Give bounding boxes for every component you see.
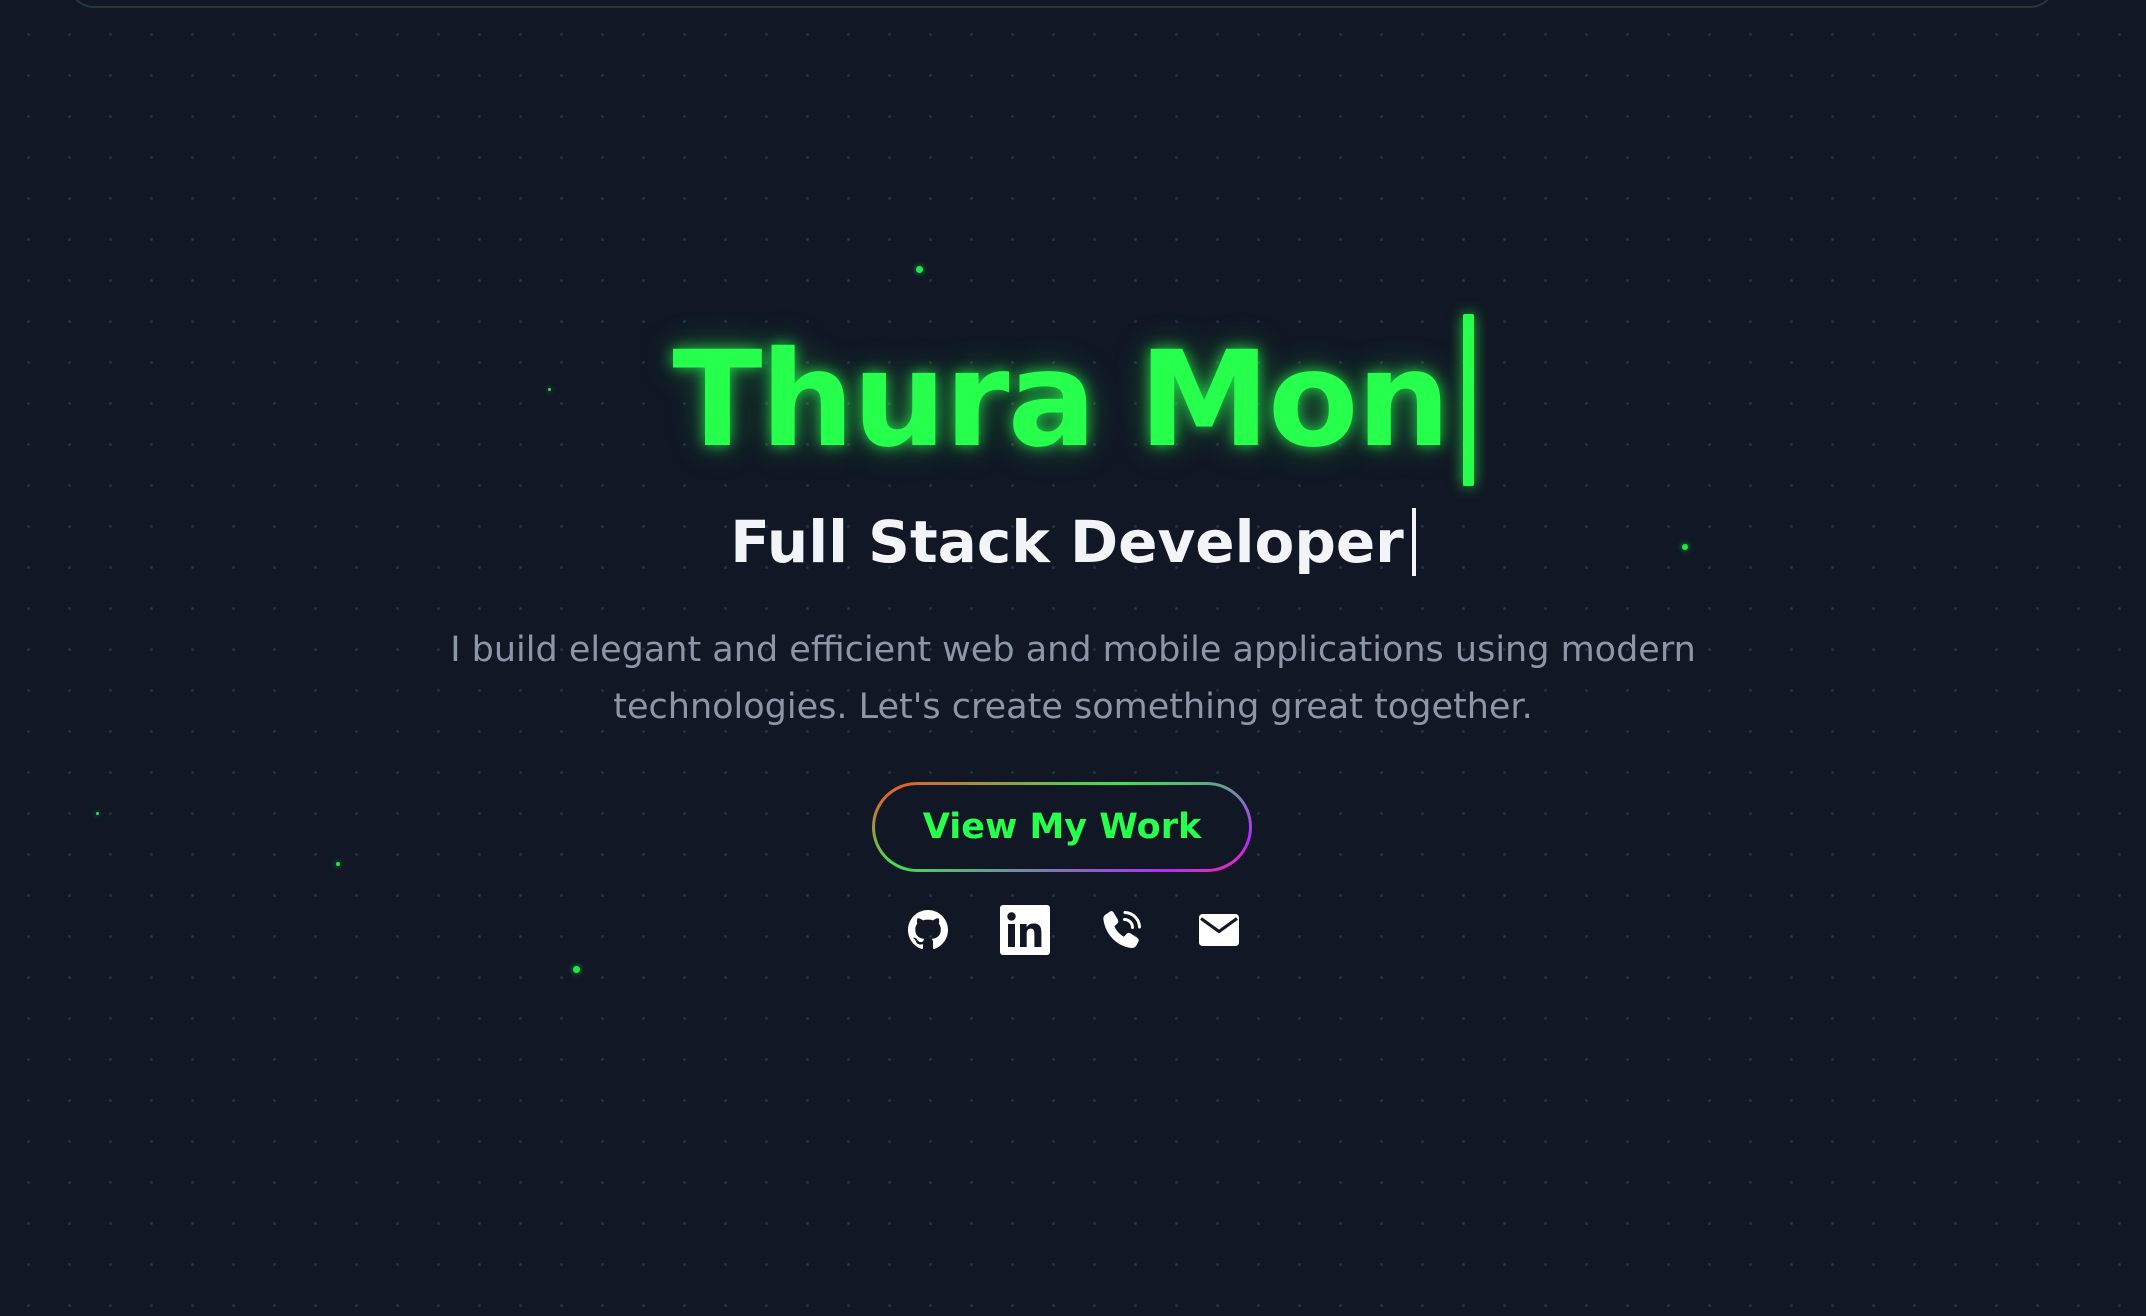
envelope-icon	[1198, 914, 1239, 946]
linkedin-icon	[999, 905, 1050, 955]
hero-name: Thura Mon	[672, 323, 1450, 477]
typing-cursor	[1411, 508, 1416, 576]
email-link[interactable]	[1193, 904, 1245, 956]
hero-name-row: Thura Mon	[0, 300, 2146, 500]
social-links	[0, 904, 2146, 956]
phone-link[interactable]	[1096, 904, 1148, 956]
hero-description: I build elegant and efficient web and mo…	[450, 630, 1696, 727]
phone-icon	[1102, 911, 1141, 949]
github-icon	[907, 910, 948, 950]
linkedin-link[interactable]	[999, 904, 1051, 956]
view-my-work-button[interactable]: View My Work	[872, 782, 1252, 872]
typing-cursor	[1462, 314, 1474, 486]
hero-section: Thura Mon Full Stack Developer I build e…	[0, 0, 2146, 1316]
github-link[interactable]	[902, 904, 954, 956]
hero-role-row: Full Stack Developer	[0, 504, 2146, 580]
hero-role: Full Stack Developer	[730, 508, 1404, 576]
view-my-work-label: View My Work	[875, 785, 1249, 869]
